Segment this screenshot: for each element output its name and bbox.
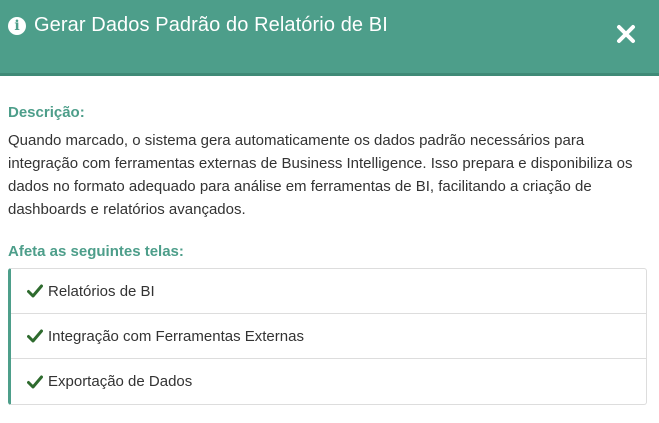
affected-screens-list: Relatórios de BI Integração com Ferramen…: [8, 268, 647, 405]
check-icon: [27, 375, 43, 388]
info-circle-icon: i: [8, 16, 26, 35]
modal-body: Descrição: Quando marcado, o sistema ger…: [0, 76, 659, 405]
list-item-label: Relatórios de BI: [48, 282, 155, 300]
list-item-label: Exportação de Dados: [48, 373, 193, 390]
list-item: Exportação de Dados: [11, 359, 646, 404]
modal-title: Gerar Dados Padrão do Relatório de BI: [34, 14, 388, 36]
description-text: Quando marcado, o sistema gera automatic…: [8, 132, 633, 218]
check-icon: [27, 284, 43, 298]
list-item: Relatórios de BI: [11, 269, 646, 314]
description-label: Descrição:: [8, 104, 85, 121]
list-item: Integração com Ferramentas Externas: [11, 314, 646, 359]
close-icon: [617, 25, 635, 43]
modal-header: i Gerar Dados Padrão do Relatório de BI: [0, 0, 659, 76]
close-button[interactable]: [615, 23, 637, 45]
check-icon: [27, 329, 43, 343]
info-modal: i Gerar Dados Padrão do Relatório de BI …: [0, 0, 659, 423]
modal-title-group: i Gerar Dados Padrão do Relatório de BI: [8, 14, 388, 37]
list-item-label: Integração com Ferramentas Externas: [48, 327, 304, 345]
affects-label: Afeta as seguintes telas:: [8, 243, 184, 260]
